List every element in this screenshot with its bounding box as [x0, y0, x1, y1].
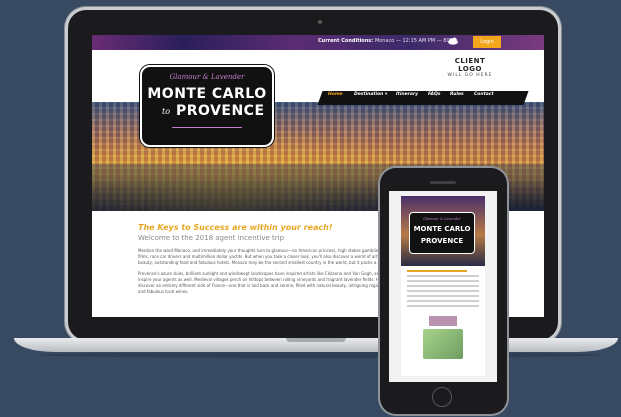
- mobile-text-line: [407, 280, 479, 282]
- mobile-text-line: [407, 285, 479, 287]
- mobile-hero: Glamour & Lavender MONTE CARLO PROVENCE: [401, 196, 485, 266]
- login-button[interactable]: Login: [473, 36, 501, 48]
- content-paragraph-1: Mention the word Monaco, and immediately…: [138, 248, 407, 265]
- client-logo-line1: CLIENT LOGO: [454, 57, 486, 73]
- client-logo-line2: WILL GO HERE: [447, 73, 493, 78]
- content-subhead: Welcome to the 2018 agent incentive trip: [138, 234, 285, 242]
- mobile-badge-provence: PROVENCE: [420, 237, 464, 245]
- laptop-shadow: [40, 352, 600, 358]
- mobile-text-line: [407, 305, 479, 307]
- phone-speaker: [430, 181, 456, 184]
- nav-destination[interactable]: Destination ▾: [354, 92, 387, 97]
- conditions-label: Current Conditions:: [318, 38, 374, 44]
- conditions-value: Monaco — 12:15 AM PM — 80°F: [374, 38, 456, 44]
- nav-contact[interactable]: Contact: [474, 92, 494, 97]
- cloud-icon: [448, 37, 458, 45]
- main-content: The Keys to Success are within your reac…: [138, 223, 408, 300]
- phone-home-button[interactable]: [432, 387, 452, 407]
- badge-monte-carlo: MONTE CARLO: [147, 86, 267, 102]
- client-logo[interactable]: CLIENT LOGO WILL GO HERE: [442, 57, 498, 79]
- badge-divider: [172, 127, 242, 128]
- badge-provence: PROVENCE: [176, 103, 265, 119]
- nav-rules[interactable]: Rules: [450, 92, 464, 97]
- top-bar: Current Conditions: Monaco — 12:15 AM PM…: [92, 35, 544, 50]
- mobile-text-line: [407, 290, 479, 292]
- nav-itinerary[interactable]: Itinerary: [396, 92, 418, 97]
- mobile-headline-line: [407, 270, 467, 272]
- mobile-text-line: [407, 295, 479, 297]
- badge-to: to: [162, 107, 171, 116]
- main-nav: [317, 91, 529, 105]
- mobile-text-line: [407, 300, 479, 302]
- laptop-notch: [286, 338, 346, 342]
- title-badge: Glamour & Lavender MONTE CARLO to PROVEN…: [140, 65, 274, 147]
- mobile-title-badge: Glamour & Lavender MONTE CARLO PROVENCE: [409, 212, 475, 254]
- mobile-calendar-graphic: [429, 316, 457, 326]
- content-paragraph-2: Provence's azure skies, brilliant sunlig…: [138, 271, 401, 294]
- current-conditions: Current Conditions: Monaco — 12:15 AM PM…: [318, 38, 455, 44]
- laptop-camera: [318, 20, 322, 24]
- nav-faqs[interactable]: FAQs: [428, 92, 440, 97]
- mobile-text-line: [407, 275, 479, 277]
- phone-screen: Glamour & Lavender MONTE CARLO PROVENCE: [389, 191, 497, 382]
- mobile-map-image: [423, 329, 463, 359]
- nav-home[interactable]: Home: [328, 92, 343, 97]
- content-headline: The Keys to Success are within your reac…: [138, 223, 333, 232]
- mobile-page: Glamour & Lavender MONTE CARLO PROVENCE: [401, 196, 485, 376]
- badge-script: Glamour & Lavender: [169, 73, 245, 81]
- mobile-badge-script: Glamour & Lavender: [423, 217, 461, 221]
- mobile-badge-monte-carlo: MONTE CARLO: [413, 225, 471, 233]
